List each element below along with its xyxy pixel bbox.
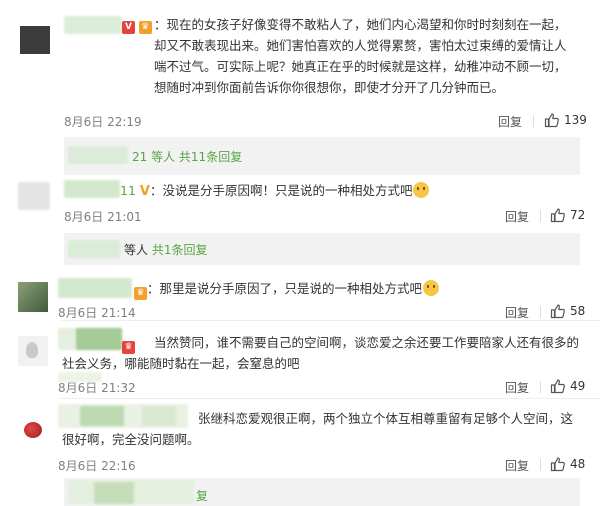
comment-text: 当然赞同，谁不需要自己的空间啊，谈恋爱之余还要工作要陪家人还有很多的社会义务，哪… xyxy=(62,335,580,371)
separator xyxy=(533,115,534,127)
comment-time: 8月6日 22:16 xyxy=(58,459,136,473)
username-blurred[interactable] xyxy=(58,278,132,298)
vip-badges: V ♛ xyxy=(122,16,152,34)
comment-item: 11 V：没说是分手原因啊！只是说的一种相处方式吧 8月6日 21:01 回复 … xyxy=(0,170,600,240)
username-tail[interactable]: 11 xyxy=(120,183,136,198)
reply-avatars-blurred xyxy=(68,240,120,258)
vip-crown-icon: ♛ xyxy=(138,21,152,34)
avatar[interactable] xyxy=(20,26,50,54)
avatar[interactable] xyxy=(18,414,50,446)
separator xyxy=(540,459,541,471)
reply-count: 等人 共1条回复 xyxy=(124,242,207,258)
thumbs-up-icon[interactable] xyxy=(550,303,566,319)
thumbs-up-icon[interactable] xyxy=(544,112,560,128)
comment-item: ♛ ：那里是说分手原因了，只是说的一种相处方式吧 8月6日 21:14 回复 58 xyxy=(0,268,600,328)
avatar-blurred[interactable] xyxy=(18,182,50,210)
view-replies-link[interactable]: 共1条回复 xyxy=(152,243,208,257)
avatar[interactable] xyxy=(18,282,48,312)
reply-count: 复 xyxy=(196,488,208,504)
view-replies-link[interactable]: 复 xyxy=(196,489,208,503)
reply-button[interactable]: 回复 xyxy=(505,304,529,321)
separator xyxy=(540,210,541,222)
vip-red-icon: V xyxy=(122,21,135,34)
reply-button[interactable]: 回复 xyxy=(505,457,529,474)
like-count: 72 xyxy=(570,208,586,222)
comment-text: ：没说是分手原因啊！只是说的一种相处方式吧 xyxy=(149,183,413,198)
comment-line: ♛ ：那里是说分手原因了，只是说的一种相处方式吧 xyxy=(134,280,440,300)
comment-time: 8月6日 21:01 xyxy=(64,210,142,224)
username-blurred[interactable] xyxy=(64,16,122,34)
comment-line: 11 V：没说是分手原因啊！只是说的一种相处方式吧 xyxy=(120,182,430,201)
username-blurred[interactable] xyxy=(64,180,120,198)
comment-item: ♛ 当然赞同，谁不需要自己的空间啊，谈恋爱之余还要工作要陪家人还有很多的社会义务… xyxy=(0,322,600,397)
avatar[interactable] xyxy=(18,336,48,366)
reply-button[interactable]: 回复 xyxy=(505,379,529,396)
smile-emoji-icon xyxy=(413,182,430,198)
comment-time: 8月6日 21:14 xyxy=(58,306,136,320)
separator xyxy=(540,306,541,318)
vip-crown-icon: ♛ xyxy=(134,287,147,300)
reply-count-prefix: 21 等人 xyxy=(132,150,176,164)
like-count: 58 xyxy=(570,304,586,318)
divider xyxy=(60,320,600,321)
thumbs-up-icon[interactable] xyxy=(550,207,566,223)
like-count: 48 xyxy=(570,457,586,471)
separator xyxy=(540,381,541,393)
smile-emoji-icon xyxy=(423,280,440,296)
view-replies-link[interactable]: 共11条回复 xyxy=(179,150,242,164)
comment-text: 张继科恋爱观很正啊，两个独立个体互相尊重留有足够个人空间，这很好啊，完全没问题啊… xyxy=(62,411,574,447)
reply-button[interactable]: 回复 xyxy=(505,208,529,225)
time-blurred xyxy=(58,372,102,382)
thumbs-up-icon[interactable] xyxy=(550,456,566,472)
like-count: 49 xyxy=(570,379,586,393)
comment-text: ：那里是说分手原因了，只是说的一种相处方式吧 xyxy=(147,281,423,296)
reply-button[interactable]: 回复 xyxy=(498,113,522,130)
reply-avatars-blurred xyxy=(94,482,134,504)
reply-count-prefix: 等人 xyxy=(124,243,149,257)
divider xyxy=(60,398,600,399)
verified-v-icon: V xyxy=(139,184,150,199)
comment-text: ：现在的女孩子好像变得不敢粘人了，她们内心渴望和你时时刻刻在一起，却又不敢表现出… xyxy=(154,17,567,95)
like-count: 139 xyxy=(564,113,587,127)
comment-time: 8月6日 22:19 xyxy=(64,115,142,129)
thumbs-up-icon[interactable] xyxy=(550,378,566,394)
comment-item: V ♛ ：现在的女孩子好像变得不敢粘人了，她们内心渴望和你时时刻刻在一起，却又不… xyxy=(0,0,600,150)
avatar-flower xyxy=(24,422,42,438)
avatar-figure xyxy=(26,342,38,358)
comment-item: 张继科恋爱观很正啊，两个独立个体互相尊重留有足够个人空间，这很好啊，完全没问题啊… xyxy=(0,400,600,478)
reply-count: 21 等人 共11条回复 xyxy=(132,149,242,165)
reply-avatars-blurred xyxy=(68,146,128,164)
